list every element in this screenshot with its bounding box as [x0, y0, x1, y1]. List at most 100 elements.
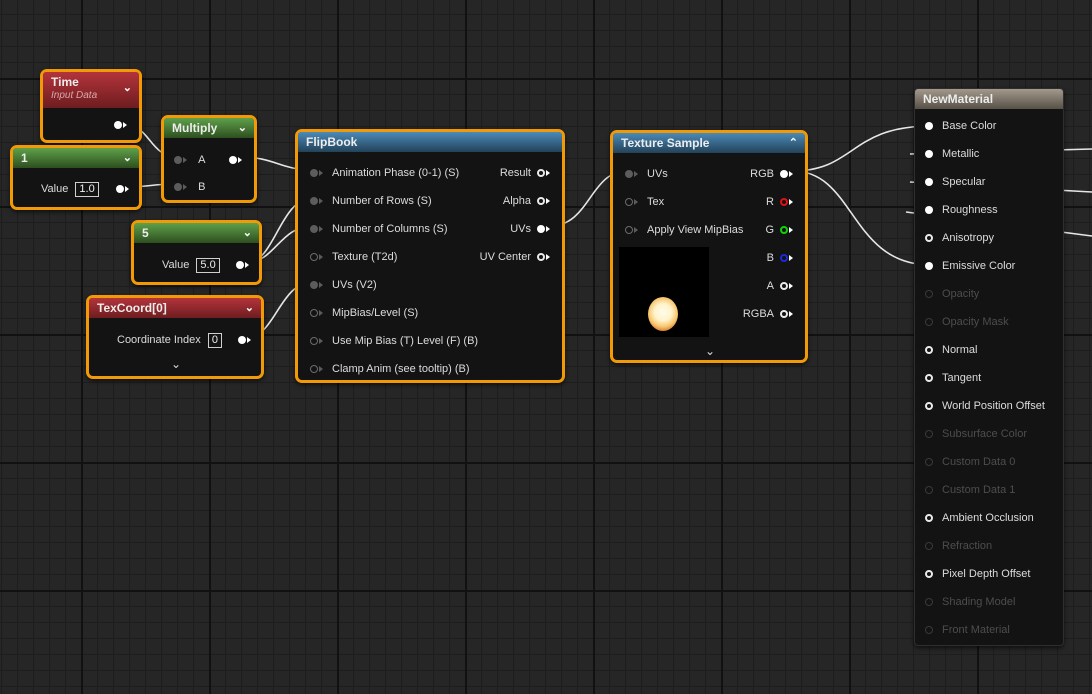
chevron-up-icon[interactable]: ⌃ — [789, 133, 798, 153]
material-input-pin[interactable] — [925, 346, 933, 355]
texture-output-pin[interactable] — [780, 254, 788, 263]
material-result-node[interactable]: NewMaterial Base Color Metallic Specular Ro… — [914, 88, 1064, 646]
texture-sample-node[interactable]: Texture Sample ⌃ UVs Tex Apply View MipBia… — [610, 130, 808, 363]
flipbook-output-label: UV Center — [479, 251, 531, 263]
flipbook-input-pin[interactable] — [310, 225, 318, 234]
constant-5-value-field[interactable]: 5.0 — [196, 257, 220, 273]
flipbook-output-label: Alpha — [502, 195, 531, 207]
material-input-pin[interactable] — [925, 150, 933, 159]
time-node[interactable]: Time Input Data ⌄ — [40, 69, 142, 143]
chevron-down-icon[interactable]: ⌄ — [171, 356, 181, 372]
material-input-label: Custom Data 1 — [942, 484, 1016, 496]
texture-output-label: RGB — [750, 168, 774, 180]
texture-output-pin[interactable] — [780, 170, 788, 179]
texcoord-header[interactable]: TexCoord[0] ⌄ — [89, 298, 261, 318]
chevron-down-icon[interactable]: ⌄ — [238, 118, 247, 138]
multiply-title: Multiply — [172, 121, 218, 135]
flipbook-output-pin[interactable] — [537, 253, 545, 262]
time-output-row — [114, 117, 127, 133]
multiply-node[interactable]: Multiply ⌄ A B — [161, 115, 257, 203]
material-input-label: Metallic — [942, 148, 980, 160]
flipbook-input-pin[interactable] — [310, 281, 318, 290]
texture-output-pin[interactable] — [780, 198, 788, 207]
multiply-output-pin[interactable] — [229, 156, 237, 165]
material-input-pin[interactable] — [925, 122, 933, 131]
texture-sample-header[interactable]: Texture Sample ⌃ — [613, 133, 805, 153]
material-input-emissive-color[interactable]: Emissive Color — [925, 258, 1015, 274]
chevron-down-icon[interactable]: ⌄ — [123, 148, 132, 168]
material-input-world-position-offset[interactable]: World Position Offset — [925, 398, 1045, 414]
material-input-specular[interactable]: Specular — [925, 174, 985, 190]
texcoord-output-pin[interactable] — [238, 336, 246, 345]
material-input-pin[interactable] — [925, 374, 933, 383]
constant-1-value-label: Value — [41, 183, 69, 195]
flipbook-input-pin[interactable] — [310, 253, 318, 262]
chevron-down-icon[interactable]: ⌄ — [245, 298, 254, 318]
flipbook-node[interactable]: FlipBook Animation Phase (0-1) (S) Number… — [295, 129, 565, 383]
texture-output-pin[interactable] — [780, 226, 788, 235]
constant-5-output-pin[interactable] — [236, 261, 244, 270]
multiply-a-pin[interactable] — [174, 156, 182, 165]
material-input-label: Subsurface Color — [942, 428, 1027, 440]
material-input-ambient-occlusion[interactable]: Ambient Occlusion — [925, 510, 1034, 526]
flipbook-input-pin[interactable] — [310, 337, 318, 346]
material-input-metallic[interactable]: Metallic — [925, 146, 979, 162]
material-input-pin[interactable] — [925, 206, 933, 215]
flipbook-input-label: Texture (T2d) — [332, 251, 398, 263]
flipbook-input-clamp-anim-see-tooltip-b: Clamp Anim (see tooltip) (B) — [310, 361, 470, 377]
texture-output-rgb: RGB — [750, 166, 793, 182]
material-input-pin[interactable] — [925, 234, 933, 243]
multiply-header[interactable]: Multiply ⌄ — [164, 118, 254, 138]
material-input-base-color[interactable]: Base Color — [925, 118, 996, 134]
pin-arrow-icon — [789, 227, 793, 234]
texture-output-pin[interactable] — [780, 310, 788, 319]
constant-1-header[interactable]: 1 ⌄ — [13, 148, 139, 168]
flipbook-header[interactable]: FlipBook — [298, 132, 562, 152]
flipbook-input-pin[interactable] — [310, 197, 318, 206]
material-input-tangent[interactable]: Tangent — [925, 370, 981, 386]
flipbook-input-pin[interactable] — [310, 309, 318, 318]
material-input-pin[interactable] — [925, 402, 933, 411]
material-input-pin[interactable] — [925, 262, 933, 271]
texture-input-pin[interactable] — [625, 198, 633, 207]
constant-1-value-field[interactable]: 1.0 — [75, 181, 99, 197]
pin-arrow-icon — [546, 226, 550, 233]
multiply-b-pin[interactable] — [174, 183, 182, 192]
chevron-down-icon[interactable]: ⌄ — [243, 223, 252, 243]
time-node-header[interactable]: Time Input Data ⌄ — [43, 72, 139, 108]
material-input-label: Ambient Occlusion — [942, 512, 1034, 524]
constant-1-output-pin[interactable] — [116, 185, 124, 194]
flipbook-output-pin[interactable] — [537, 169, 545, 178]
texture-input-pin[interactable] — [625, 170, 633, 179]
flipbook-output-pin[interactable] — [537, 225, 545, 234]
material-input-roughness[interactable]: Roughness — [925, 202, 998, 218]
material-input-label: Opacity Mask — [942, 316, 1009, 328]
texcoord-node[interactable]: TexCoord[0] ⌄ Coordinate Index 0 ⌄ — [86, 295, 264, 379]
texture-output-pin[interactable] — [780, 282, 788, 291]
flipbook-input-label: UVs (V2) — [332, 279, 377, 291]
texture-output-label: RGBA — [742, 308, 774, 320]
material-input-pixel-depth-offset[interactable]: Pixel Depth Offset — [925, 566, 1030, 582]
constant-5-node[interactable]: 5 ⌄ Value 5.0 — [131, 220, 262, 285]
material-header[interactable]: NewMaterial — [915, 89, 1063, 109]
material-input-anisotropy[interactable]: Anisotropy — [925, 230, 994, 246]
explosion-flipbook-image — [648, 297, 678, 331]
time-output-pin[interactable] — [114, 121, 122, 130]
material-input-pin — [925, 458, 933, 467]
constant-5-output-row — [236, 257, 249, 273]
material-input-pin[interactable] — [925, 514, 933, 523]
texture-input-pin[interactable] — [625, 226, 633, 235]
chevron-down-icon[interactable]: ⌄ — [123, 80, 132, 96]
pin-arrow-icon — [789, 311, 793, 318]
material-input-pin[interactable] — [925, 178, 933, 187]
flipbook-input-pin[interactable] — [310, 365, 318, 374]
texcoord-index-field[interactable]: 0 — [207, 332, 222, 348]
constant-5-header[interactable]: 5 ⌄ — [134, 223, 259, 243]
chevron-down-icon[interactable]: ⌄ — [705, 343, 715, 359]
flipbook-output-pin[interactable] — [537, 197, 545, 206]
flipbook-input-pin[interactable] — [310, 169, 318, 178]
material-input-normal[interactable]: Normal — [925, 342, 977, 358]
material-input-pin[interactable] — [925, 570, 933, 579]
constant-1-node[interactable]: 1 ⌄ Value 1.0 — [10, 145, 142, 210]
material-input-pin — [925, 318, 933, 327]
